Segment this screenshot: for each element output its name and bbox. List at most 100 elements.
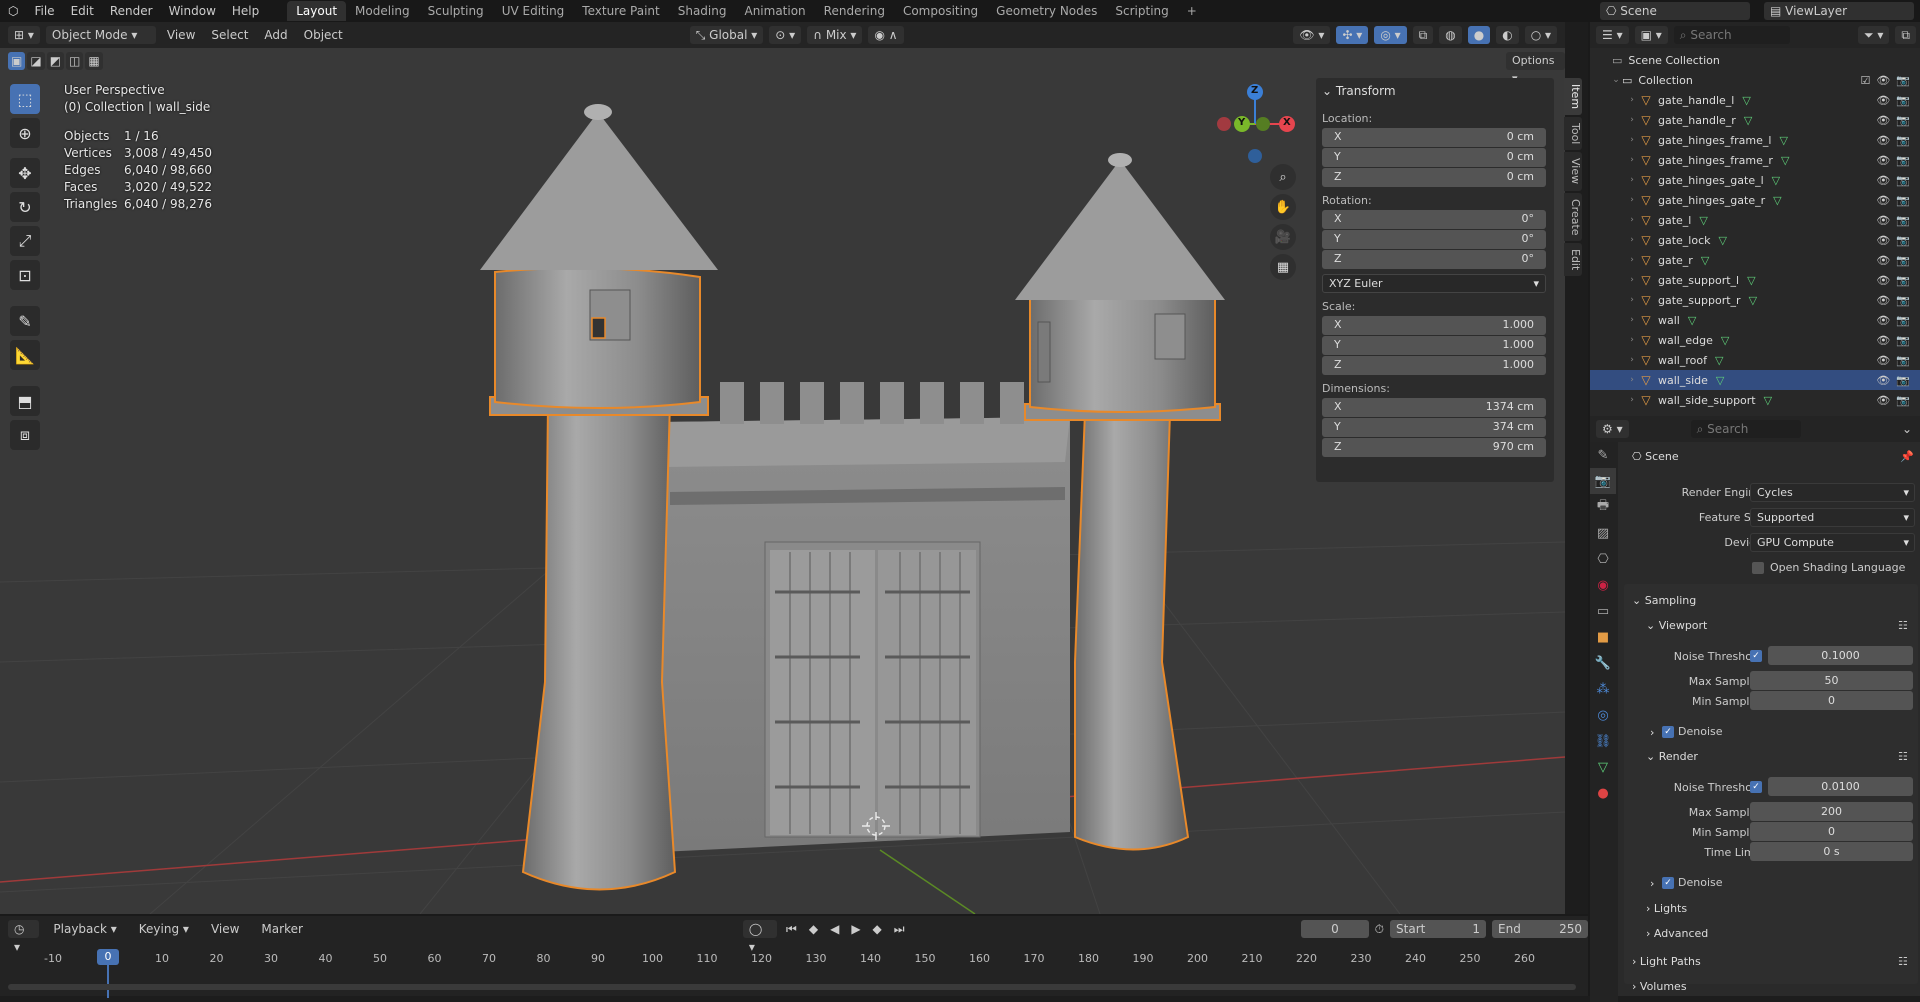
xray-icon[interactable]: ⧉ (1412, 26, 1434, 44)
select-subtract-icon[interactable]: ◩ (46, 52, 65, 70)
tab-create[interactable]: Create (1564, 192, 1582, 242)
location-y-field[interactable]: Y0 cm (1322, 148, 1546, 167)
tab-layout[interactable]: Layout (287, 1, 347, 21)
outliner-item-gate-r[interactable]: › ▽ gate_r ▽ 👁📷 (1590, 250, 1920, 270)
menu-object[interactable]: Object (299, 28, 348, 42)
outliner-item-gate-lock[interactable]: › ▽ gate_lock ▽ 👁📷 (1590, 230, 1920, 250)
r-denoise-checkbox[interactable]: ✓ (1662, 877, 1674, 889)
rotation-y-field[interactable]: Y 0° (1322, 230, 1546, 249)
rotation-x-field[interactable]: X 0° (1322, 210, 1546, 229)
visibility-icons[interactable]: 👁📷 (1876, 354, 1916, 367)
light-paths-panel[interactable]: › Light Paths (1632, 955, 1701, 968)
mesh-data-icon[interactable]: ▽ (1779, 134, 1787, 147)
snap-selector[interactable]: ∩ Mix ▾ (807, 26, 863, 44)
tab-sculpting[interactable]: Sculpting (419, 1, 493, 21)
properties-options-icon[interactable]: ⌄ (1902, 422, 1912, 436)
osl-checkbox[interactable] (1752, 562, 1764, 574)
gizmo-toggle-icon[interactable]: ✣ ▾ (1336, 26, 1369, 44)
visibility-icons[interactable]: 👁📷 (1876, 274, 1916, 287)
proportional-edit-icon[interactable]: ◉ ∧ (868, 26, 904, 44)
mesh-data-icon[interactable]: ▽ (1699, 214, 1707, 227)
move-tool-icon[interactable]: ✥ (10, 158, 40, 188)
tab-item[interactable]: Item (1564, 78, 1582, 116)
scale-x-field[interactable]: X 1.000 (1322, 316, 1546, 335)
expand-icon[interactable]: › (1626, 375, 1638, 385)
menu-render[interactable]: Render (102, 0, 161, 22)
r-min-field[interactable]: 0 (1750, 822, 1913, 841)
visibility-icons[interactable]: 👁📷 (1876, 334, 1916, 347)
outliner-item-gate-hinges-frame-r[interactable]: › ▽ gate_hinges_frame_r ▽ 👁📷 (1590, 150, 1920, 170)
add-cube-tool-icon[interactable]: ⬒ (10, 386, 40, 416)
viewlayer-selector[interactable]: ▤ ViewLayer (1764, 2, 1914, 20)
render-tab-icon[interactable]: 📷 (1590, 468, 1616, 494)
visibility-icon[interactable]: 👁 ▾ (1293, 26, 1331, 44)
rotation-z-field[interactable]: Z 0° (1322, 250, 1546, 269)
constraint-tab-icon[interactable]: ⛓ (1590, 728, 1616, 754)
scale-z-field[interactable]: Z 1.000 (1322, 356, 1546, 375)
shading-solid-icon[interactable]: ● (1467, 26, 1491, 44)
mesh-data-icon[interactable]: ▽ (1773, 194, 1781, 207)
timeline-scrollbar[interactable] (8, 984, 1576, 990)
pin-icon[interactable]: 📌 (1900, 450, 1914, 463)
expand-icon[interactable]: › (1626, 295, 1638, 305)
overlays-icon[interactable]: ◎ ▾ (1374, 26, 1407, 44)
camera-view-icon[interactable]: 🎥 (1270, 224, 1296, 250)
visibility-icons[interactable]: 👁📷 (1876, 314, 1916, 327)
modifier-tab-icon[interactable]: 🔧 (1590, 650, 1616, 676)
gizmo-x-label[interactable]: X (1283, 117, 1291, 128)
gizmo-y-label[interactable]: Y (1238, 117, 1245, 128)
light-paths-presets-icon[interactable]: ☷ (1898, 955, 1908, 968)
vp-min-field[interactable]: 0 (1750, 691, 1913, 710)
scene-selector[interactable]: ⎔ Scene (1600, 2, 1750, 20)
feature-set-select[interactable]: Supported ▾ (1750, 508, 1915, 527)
scene-tab-icon[interactable]: ⎔ (1590, 546, 1616, 572)
properties-search-input[interactable]: ⌕ Search (1690, 420, 1801, 438)
expand-icon[interactable]: › (1626, 155, 1638, 165)
outliner-item-wall-side[interactable]: › ▽ wall_side ▽ 👁📷 (1590, 370, 1920, 390)
expand-icon[interactable]: › (1626, 115, 1638, 125)
measure-tool-icon[interactable]: 📐 (10, 340, 40, 370)
render-presets-icon[interactable]: ☷ (1898, 750, 1908, 763)
outliner-item-gate-hinges-gate-l[interactable]: › ▽ gate_hinges_gate_l ▽ 👁📷 (1590, 170, 1920, 190)
filter-icon[interactable]: ⏷ ▾ (1857, 26, 1890, 44)
menu-file[interactable]: File (26, 0, 62, 22)
vp-denoise-row[interactable]: › (1650, 726, 1654, 739)
mode-selector[interactable]: Object Mode ▾ (45, 26, 156, 44)
mesh-data-icon[interactable]: ▽ (1688, 314, 1696, 327)
dimension-z-field[interactable]: Z 970 cm (1322, 438, 1546, 457)
visibility-icons[interactable]: 👁📷 (1876, 234, 1916, 247)
select-extend-icon[interactable]: ◪ (27, 52, 45, 70)
rotation-mode-select[interactable]: XYZ Euler ▾ (1322, 274, 1546, 293)
vp-noise-field[interactable]: 0.1000 (1768, 646, 1913, 665)
vp-max-field[interactable]: 50 (1750, 671, 1913, 690)
display-mode-icon[interactable]: ▣ ▾ (1634, 26, 1668, 44)
pivot-icon[interactable]: ⊙ ▾ (769, 26, 802, 44)
expand-icon[interactable]: › (1626, 135, 1638, 145)
location-x-field[interactable]: X0 cm (1322, 128, 1546, 147)
pan-hand-icon[interactable]: ✋ (1270, 194, 1296, 220)
scale-tool-icon[interactable]: ⤢ (10, 226, 40, 256)
outliner-item-gate-handle-l[interactable]: › ▽ gate_handle_l ▽ 👁📷 (1590, 90, 1920, 110)
gizmo-z-label[interactable]: Z (1251, 85, 1258, 96)
output-tab-icon[interactable]: 🖶 (1590, 494, 1616, 520)
sampling-header[interactable]: ⌄ Sampling (1632, 594, 1696, 607)
render-subheader[interactable]: ⌄ Render (1646, 750, 1698, 763)
3d-viewport[interactable]: X Z Y ⊞ ▾ Object Mode ▾ View Select Add … (0, 22, 1565, 914)
mesh-data-icon[interactable]: ▽ (1719, 234, 1727, 247)
rotate-tool-icon[interactable]: ↻ (10, 192, 40, 222)
expand-icon[interactable]: › (1626, 315, 1638, 325)
mesh-data-icon[interactable]: ▽ (1742, 94, 1750, 107)
expand-icon[interactable]: › (1626, 95, 1638, 105)
menu-view[interactable]: View (162, 28, 200, 42)
tab-animation[interactable]: Animation (735, 1, 814, 21)
physics-tab-icon[interactable]: ◎ (1590, 702, 1616, 728)
view-layer-tab-icon[interactable]: ▨ (1590, 520, 1616, 546)
viewport-presets-icon[interactable]: ☷ (1898, 619, 1908, 632)
annotate-tool-icon[interactable]: ✎ (10, 306, 40, 336)
r-denoise-row[interactable]: › (1650, 877, 1654, 890)
particles-tab-icon[interactable]: ⁂ (1590, 676, 1616, 702)
zoom-icon[interactable]: ⌕ (1270, 164, 1296, 190)
mesh-data-icon[interactable]: ▽ (1772, 174, 1780, 187)
tab-compositing[interactable]: Compositing (894, 1, 987, 21)
object-tab-icon[interactable]: ■ (1590, 624, 1616, 650)
